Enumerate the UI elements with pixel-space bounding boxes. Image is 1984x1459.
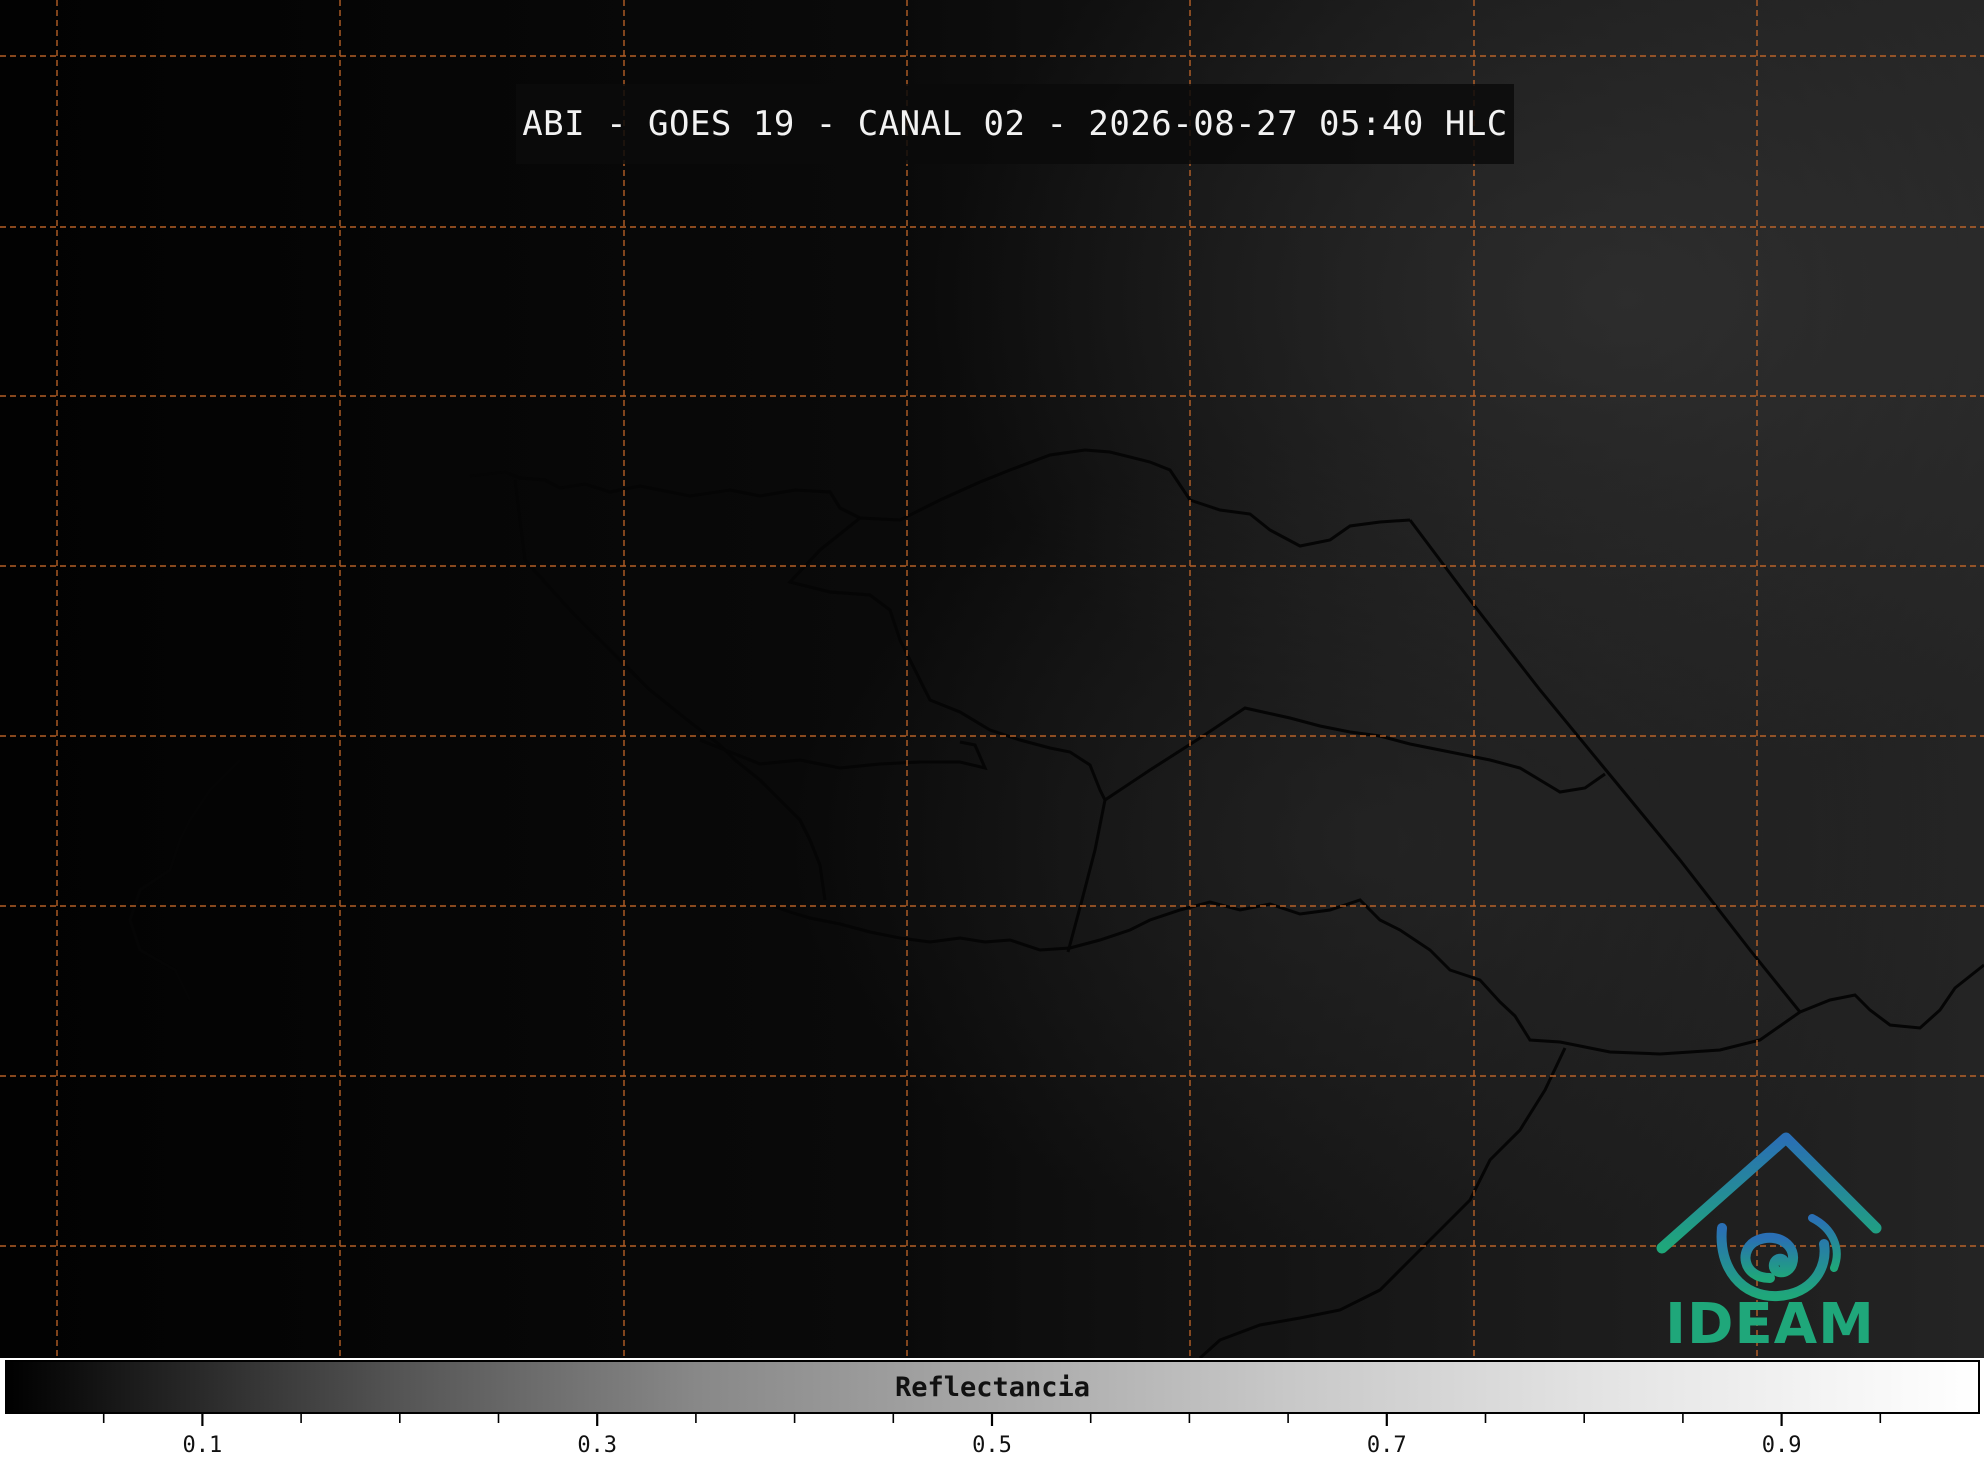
map-title-box: ABI - GOES 19 - CANAL 02 - 2026-08-27 05…: [516, 84, 1514, 164]
colorbar-tick-label: 0.7: [1367, 1433, 1407, 1458]
colorbar-tick-label: 0.1: [183, 1433, 223, 1458]
colorbar-tick-label: 0.5: [972, 1433, 1012, 1458]
colorbar-tick-label: 0.9: [1762, 1433, 1802, 1458]
colorbar-label: Reflectancia: [894, 1371, 1091, 1403]
colorbar-tick-label: 0.3: [577, 1433, 617, 1458]
map-title: ABI - GOES 19 - CANAL 02 - 2026-08-27 05…: [522, 104, 1508, 144]
colorbar-ticks: 0.1 0.3 0.5 0.7 0.9: [102, 1414, 1882, 1458]
colorbar: Reflectancia: [5, 1360, 1980, 1414]
ideam-logo-text: IDEAM: [1665, 1292, 1875, 1357]
